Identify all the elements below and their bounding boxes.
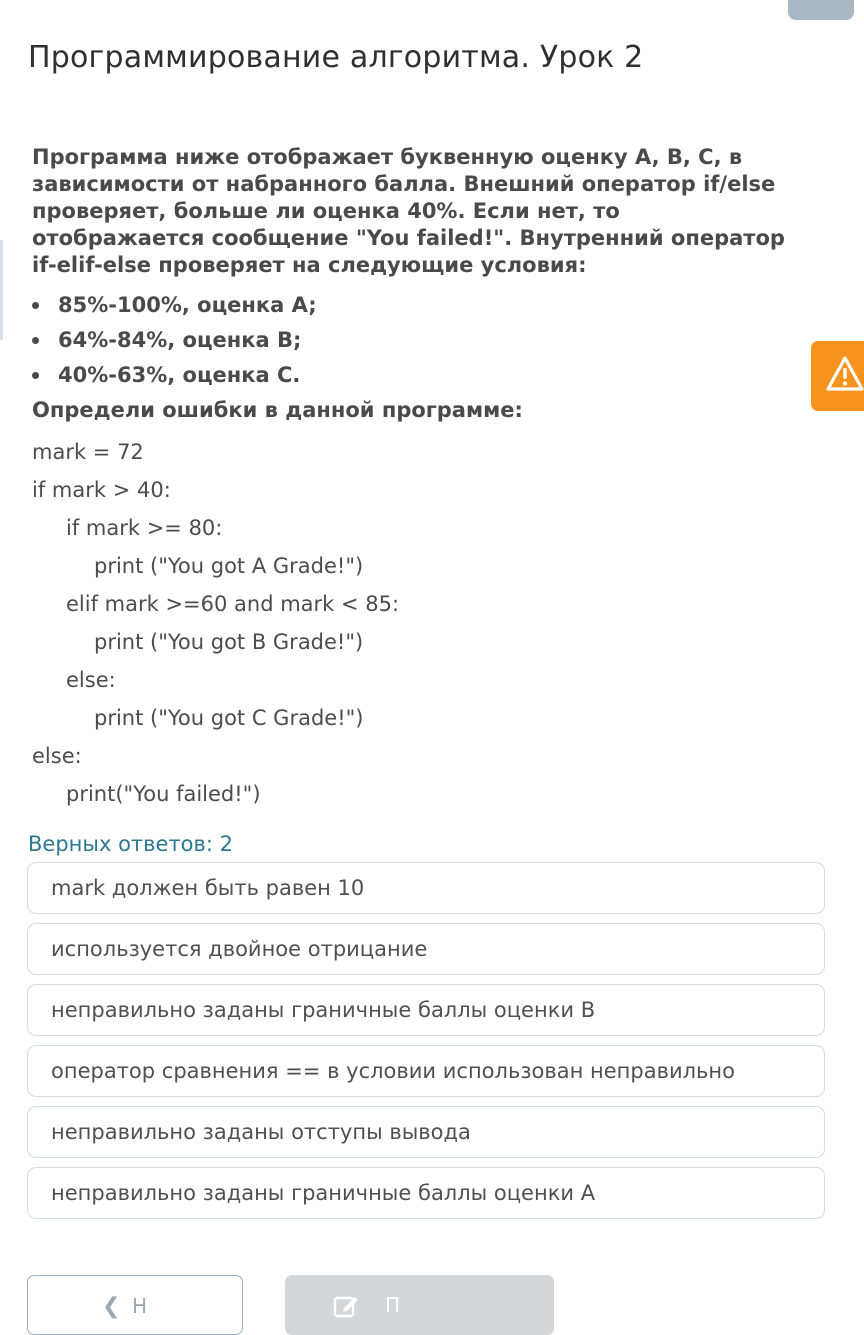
back-button-label: Н bbox=[132, 1294, 148, 1318]
page-title: Программирование алгоритма. Урок 2 bbox=[28, 40, 644, 75]
code-line: mark = 72 bbox=[32, 440, 144, 464]
answer-option[interactable]: mark должен быть равен 10 bbox=[27, 862, 825, 914]
left-edge-handle bbox=[0, 240, 3, 340]
condition-item: 64%-84%, оценка B; bbox=[32, 323, 317, 358]
grade-conditions-list: 85%-100%, оценка A; 64%-84%, оценка B; 4… bbox=[32, 288, 317, 393]
report-problem-button[interactable] bbox=[811, 341, 864, 411]
answer-option[interactable]: неправильно заданы граничные баллы оценк… bbox=[27, 1167, 825, 1219]
answer-option[interactable]: используется двойное отрицание bbox=[27, 923, 825, 975]
code-line: print ("You got B Grade!") bbox=[94, 630, 364, 654]
answer-option[interactable]: оператор сравнения == в условии использо… bbox=[27, 1045, 825, 1097]
answer-option[interactable]: неправильно заданы граничные баллы оценк… bbox=[27, 984, 825, 1036]
edit-icon bbox=[333, 1296, 358, 1318]
back-button[interactable]: ❮ Н bbox=[27, 1275, 243, 1335]
warning-triangle-icon bbox=[826, 356, 864, 391]
code-line: print ("You got A Grade!") bbox=[94, 554, 364, 578]
answer-options: mark должен быть равен 10 используется д… bbox=[27, 862, 825, 1228]
condition-item: 85%-100%, оценка A; bbox=[32, 288, 317, 323]
task-text: Определи ошибки в данной программе: bbox=[32, 398, 523, 422]
code-line: if mark >= 80: bbox=[66, 516, 223, 540]
answer-option[interactable]: неправильно заданы отступы вывода bbox=[27, 1106, 825, 1158]
condition-item: 40%-63%, оценка C. bbox=[32, 358, 317, 393]
code-line: else: bbox=[32, 744, 82, 768]
question-intro: Программа ниже отображает буквенную оцен… bbox=[32, 145, 785, 277]
correct-answers-counter: Верных ответов: 2 bbox=[28, 832, 234, 856]
code-line: print("You failed!") bbox=[66, 782, 261, 806]
submit-button-label: П bbox=[385, 1293, 401, 1317]
code-block: mark = 72 if mark > 40: if mark >= 80: p… bbox=[32, 433, 732, 813]
code-line: else: bbox=[66, 668, 116, 692]
code-line: if mark > 40: bbox=[32, 478, 171, 502]
code-line: elif mark >=60 and mark < 85: bbox=[66, 592, 400, 616]
chevron-left-icon: ❮ bbox=[102, 1294, 121, 1319]
submit-button[interactable]: П bbox=[285, 1275, 554, 1335]
fullscreen-tab[interactable] bbox=[788, 0, 854, 20]
code-line: print ("You got C Grade!") bbox=[94, 706, 364, 730]
